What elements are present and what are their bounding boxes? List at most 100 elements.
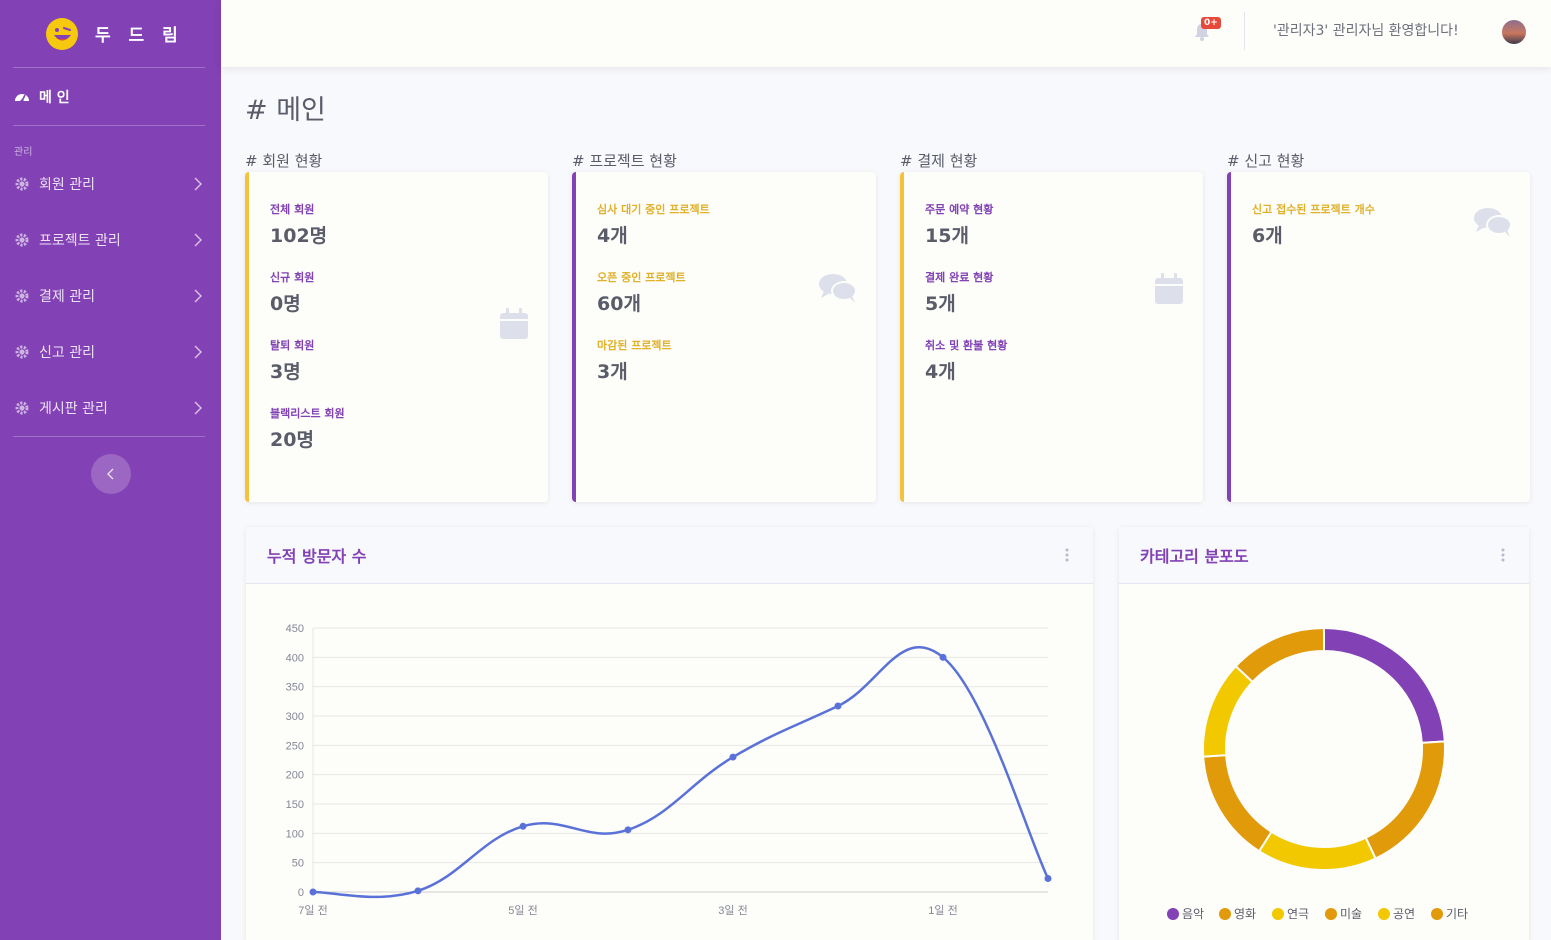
donut-slice-연극[interactable] <box>1257 830 1377 871</box>
visitors-panel-header: 누적 방문자 수 <box>246 527 1093 584</box>
members-card: 전체 회원 102명 신규 회원 0명 탈퇴 회원 3명 블랙리스트 회원 20… <box>245 172 548 502</box>
stat-label: 취소 및 환불 현황 <box>925 339 1008 352</box>
more-vertical-icon[interactable] <box>1501 548 1505 562</box>
donut-slice-기타[interactable] <box>1234 626 1325 684</box>
sidebar-item-label: 프로젝트 관리 <box>39 233 121 249</box>
stat-open-projects: 오픈 중인 프로젝트 60개 <box>597 269 686 316</box>
legend-label: 미술 <box>1340 907 1363 921</box>
dashboard-icon <box>15 93 29 103</box>
donut-slice-음악[interactable] <box>1323 626 1446 744</box>
gear-icon <box>15 177 29 191</box>
x-tick-label: 7일 전 <box>298 903 327 917</box>
gear-icon <box>15 345 29 359</box>
stat-label: 전체 회원 <box>270 203 315 216</box>
legend-item[interactable]: 기타 <box>1431 905 1468 922</box>
stat-label: 오픈 중인 프로젝트 <box>597 271 686 284</box>
legend-swatch <box>1325 907 1337 920</box>
comments-icon <box>1474 208 1512 237</box>
stat-label: 신고 접수된 프로젝트 개수 <box>1252 203 1375 216</box>
avatar[interactable] <box>1502 20 1526 44</box>
category-panel: 카테고리 분포도 <box>1119 527 1529 940</box>
more-vertical-icon[interactable] <box>1065 548 1069 562</box>
notification-badge: 0+ <box>1201 17 1221 29</box>
sidebar-item-projects[interactable]: 프로젝트 관리 <box>0 212 221 268</box>
reports-card: 신고 접수된 프로젝트 개수 6개 <box>1227 172 1530 502</box>
comments-icon <box>819 274 857 303</box>
sidebar-item-label: 결제 관리 <box>39 289 95 305</box>
stat-label: 신규 회원 <box>270 271 315 284</box>
stat-label: 결제 완료 현황 <box>925 271 994 284</box>
chevron-left-icon <box>106 468 113 480</box>
y-tick-label: 150 <box>286 799 304 811</box>
legend-swatch <box>1167 907 1179 920</box>
chevron-right-icon <box>194 401 202 415</box>
payments-card: 주문 예약 현황 15개 결제 완료 현황 5개 취소 및 환불 현황 4개 <box>900 172 1203 502</box>
sidebar-item-label: 신고 관리 <box>39 345 95 361</box>
data-point[interactable] <box>624 826 632 834</box>
stat-order-reservations: 주문 예약 현황 15개 <box>925 201 993 248</box>
visitors-series-line <box>312 646 1050 899</box>
y-tick-label: 0 <box>298 887 304 899</box>
calendar-icon <box>500 308 528 339</box>
stat-label: 심사 대기 중인 프로젝트 <box>597 203 710 216</box>
legend-item[interactable]: 영화 <box>1219 905 1256 922</box>
topbar-divider <box>1244 12 1245 50</box>
welcome-text[interactable]: '관리자3' 관리자님 환영합니다! <box>1273 20 1459 40</box>
donut-slice-영화[interactable] <box>1364 740 1446 860</box>
legend-swatch <box>1378 907 1390 920</box>
y-tick-label: 350 <box>286 682 304 694</box>
donut-slice-미술[interactable] <box>1202 754 1273 853</box>
donut-slice-공연[interactable] <box>1202 664 1254 758</box>
stat-value: 3개 <box>597 361 628 383</box>
stat-cancels-refunds: 취소 및 환불 현황 4개 <box>925 337 1007 384</box>
legend-label: 공연 <box>1393 907 1416 921</box>
visitors-panel-title: 누적 방문자 수 <box>267 547 367 566</box>
data-point[interactable] <box>834 702 842 710</box>
brand[interactable]: 두 드 림 <box>0 0 221 67</box>
legend-swatch <box>1219 907 1231 920</box>
sidebar-toggle-button[interactable] <box>90 454 131 494</box>
legend-item[interactable]: 음악 <box>1167 905 1204 922</box>
page-title: # 메인 <box>245 95 326 126</box>
gear-icon <box>15 401 29 415</box>
legend-label: 기타 <box>1446 907 1469 921</box>
chevron-right-icon <box>194 233 202 247</box>
x-tick-label: 1일 전 <box>928 903 957 917</box>
stat-value: 60개 <box>597 293 641 315</box>
data-point[interactable] <box>414 887 422 895</box>
sidebar-item-reports[interactable]: 신고 관리 <box>0 324 221 380</box>
data-point[interactable] <box>729 753 737 761</box>
y-tick-label: 250 <box>286 740 304 752</box>
sidebar-item-payments[interactable]: 결제 관리 <box>0 268 221 324</box>
category-panel-header: 카테고리 분포도 <box>1119 527 1529 584</box>
legend-item[interactable]: 연극 <box>1272 905 1309 922</box>
sidebar-item-main[interactable]: 메 인 <box>0 68 221 125</box>
stat-new-members: 신규 회원 0명 <box>270 269 314 316</box>
stat-label: 블랙리스트 회원 <box>270 407 345 420</box>
stat-pending-projects: 심사 대기 중인 프로젝트 4개 <box>597 201 710 248</box>
legend-swatch <box>1431 907 1443 920</box>
data-point[interactable] <box>939 653 947 661</box>
section-title-members: # 회원 현황 <box>245 152 323 170</box>
visitors-line-chart: 0 50 100 150 200 250 300 350 400 450 7일 전 5일 전 3일 전 1… <box>286 623 1052 917</box>
legend-item[interactable]: 미술 <box>1325 905 1362 922</box>
legend-label: 영화 <box>1234 907 1257 921</box>
legend-item[interactable]: 공연 <box>1378 905 1415 922</box>
chevron-right-icon <box>194 345 202 359</box>
sidebar-item-members[interactable]: 회원 관리 <box>0 156 221 212</box>
data-point[interactable] <box>1044 875 1052 883</box>
stat-value: 4개 <box>925 361 956 383</box>
data-point[interactable] <box>309 888 317 896</box>
legend-label: 음악 <box>1182 907 1205 921</box>
category-panel-title: 카테고리 분포도 <box>1140 547 1249 566</box>
y-tick-label: 200 <box>286 770 304 782</box>
stat-value: 20명 <box>270 429 314 451</box>
sidebar: 두 드 림 메 인 관리 회원 관리 프로젝트 관리 결제 관리 신고 관리 게… <box>0 0 221 940</box>
y-tick-label: 400 <box>286 652 304 664</box>
calendar-icon <box>1155 273 1183 304</box>
sidebar-item-main-label: 메 인 <box>39 89 70 106</box>
section-title-projects: # 프로젝트 현황 <box>572 152 677 170</box>
sidebar-item-board[interactable]: 게시판 관리 <box>0 380 221 436</box>
data-point[interactable] <box>519 822 527 830</box>
gear-icon <box>15 233 29 247</box>
